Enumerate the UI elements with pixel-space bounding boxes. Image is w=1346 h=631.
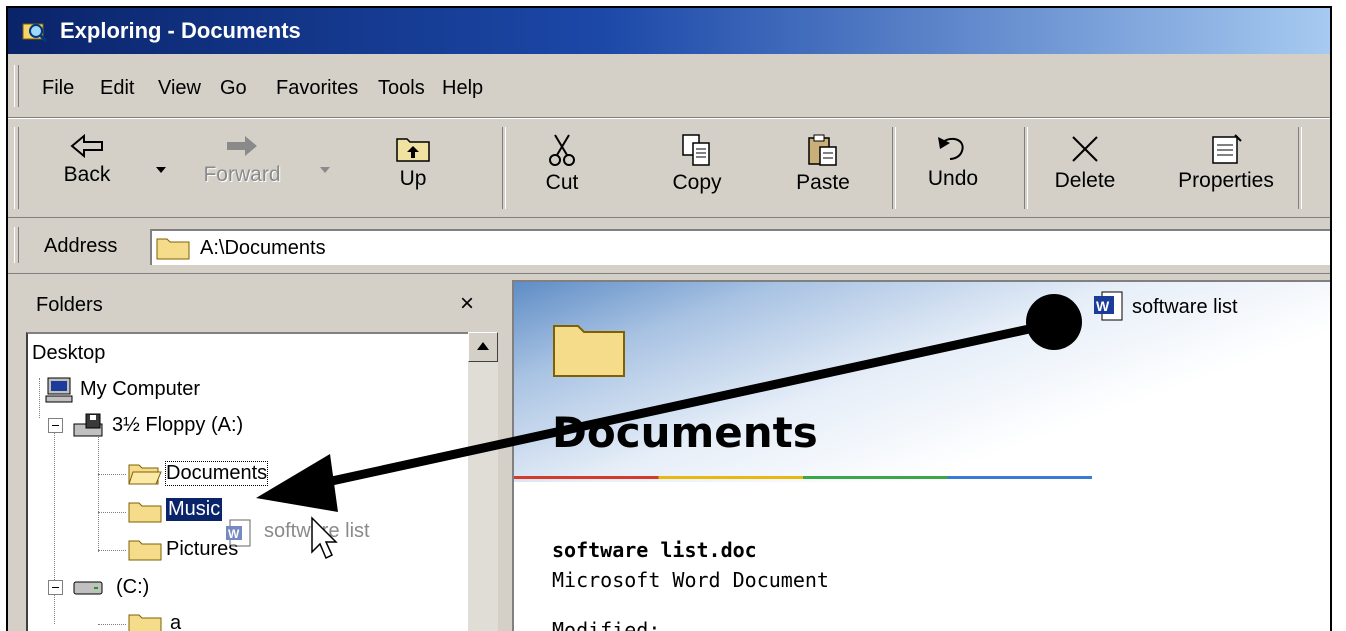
mouse-cursor-icon	[311, 516, 338, 560]
drag-start-dot	[1026, 294, 1082, 350]
drag-annotation	[256, 294, 1082, 560]
drag-arrow-shaft	[317, 319, 1053, 489]
drag-arrow-head	[256, 454, 338, 512]
